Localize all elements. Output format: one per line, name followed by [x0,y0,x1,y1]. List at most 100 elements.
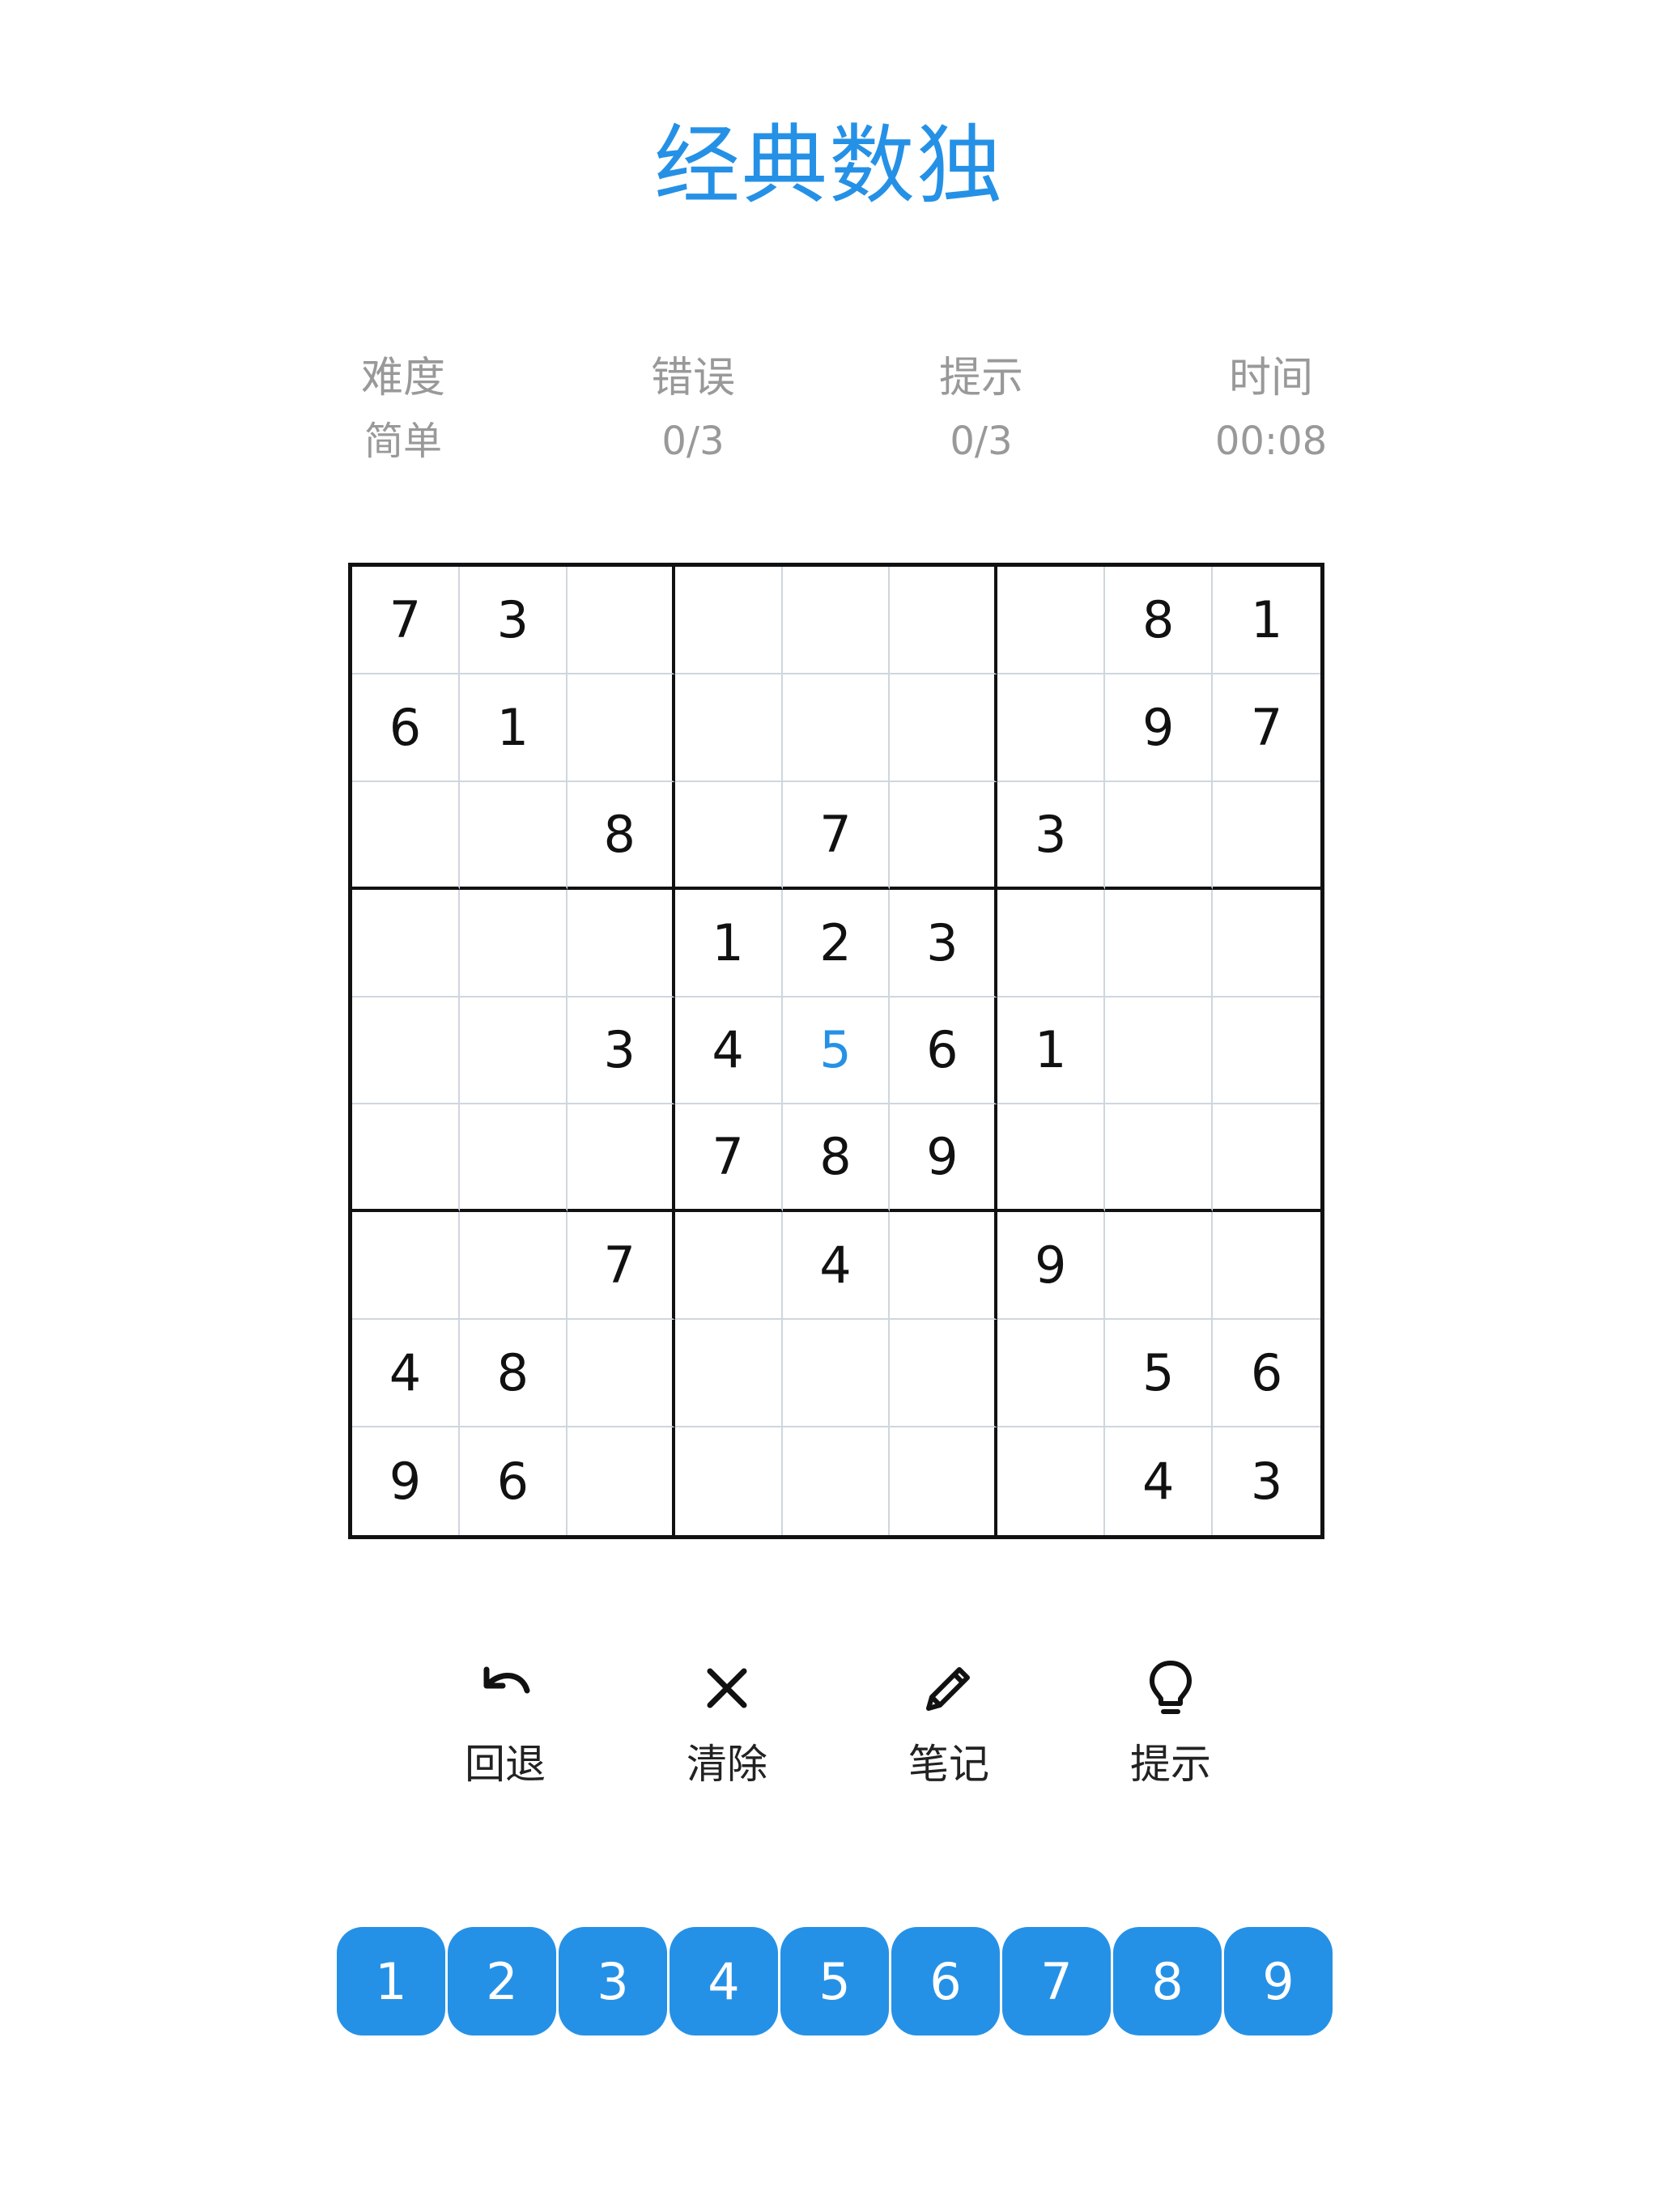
sudoku-cell[interactable] [674,567,783,674]
sudoku-cell[interactable] [997,1427,1106,1535]
sudoku-cell[interactable]: 9 [890,1104,998,1213]
sudoku-cell[interactable] [675,1427,783,1535]
sudoku-cell[interactable] [997,1320,1106,1428]
sudoku-cell[interactable] [352,781,460,890]
stat-hints: 提示 0/3 [892,347,1070,473]
sudoku-cell[interactable] [674,1320,783,1428]
sudoku-cell[interactable]: 7 [352,567,460,674]
sudoku-cell[interactable] [459,1212,568,1321]
sudoku-cell[interactable] [997,889,1106,998]
sudoku-cell[interactable]: 2 [782,889,891,998]
number-button-5[interactable]: 5 [780,1927,889,2035]
sudoku-cell[interactable] [997,1104,1106,1213]
sudoku-cell[interactable] [782,674,891,782]
sudoku-cell[interactable] [674,1212,783,1321]
sudoku-cell[interactable] [674,781,783,890]
sudoku-cell[interactable] [1105,997,1214,1105]
sudoku-cell[interactable]: 7 [567,1212,675,1321]
sudoku-cell[interactable] [352,889,460,998]
sudoku-cell[interactable]: 3 [890,889,998,998]
sudoku-cell[interactable] [890,1320,998,1428]
sudoku-cell[interactable]: 1 [1213,567,1320,674]
page-title: 经典数独 [654,116,1004,215]
sudoku-cell[interactable] [1213,1212,1320,1321]
sudoku-cell[interactable]: 8 [782,1104,891,1213]
sudoku-cell[interactable] [459,781,568,890]
sudoku-cell[interactable] [674,674,783,782]
number-button-4[interactable]: 4 [670,1927,778,2035]
number-button-3[interactable]: 3 [559,1927,667,2035]
sudoku-cell[interactable] [997,674,1106,782]
sudoku-cell[interactable]: 4 [1105,1427,1214,1535]
sudoku-cell[interactable]: 3 [997,781,1106,890]
sudoku-cell[interactable] [459,1104,568,1213]
sudoku-cell[interactable] [568,1427,675,1535]
sudoku-cell[interactable] [567,1104,675,1213]
sudoku-cell[interactable] [1105,1104,1214,1213]
sudoku-cell[interactable] [1213,998,1320,1105]
sudoku-cell[interactable]: 3 [567,997,675,1105]
sudoku-cell[interactable] [1105,781,1214,890]
sudoku-cell[interactable] [1213,782,1320,890]
sudoku-cell[interactable]: 1 [674,889,783,998]
sudoku-cell[interactable]: 4 [782,1212,891,1321]
erase-button[interactable]: 清除 [654,1652,800,1793]
sudoku-cell[interactable] [567,889,675,998]
sudoku-cell[interactable] [997,567,1106,674]
sudoku-cell[interactable]: 3 [1213,1427,1320,1535]
sudoku-cell[interactable]: 3 [459,567,568,674]
sudoku-cell[interactable] [890,781,998,890]
stat-difficulty-value: 简单 [363,419,442,464]
sudoku-cell[interactable] [890,1212,998,1321]
sudoku-cell[interactable] [459,997,568,1105]
sudoku-cell[interactable]: 6 [890,997,998,1105]
sudoku-cell[interactable] [890,1427,998,1535]
sudoku-cell[interactable]: 9 [997,1212,1106,1321]
sudoku-cell[interactable]: 6 [1213,1320,1320,1428]
number-button-8[interactable]: 8 [1113,1927,1222,2035]
sudoku-cell[interactable]: 6 [460,1427,568,1535]
number-button-1[interactable]: 1 [337,1927,445,2035]
sudoku-cell[interactable] [352,997,460,1105]
number-button-2[interactable]: 2 [448,1927,556,2035]
sudoku-cell[interactable] [890,674,998,782]
sudoku-cell[interactable] [567,674,675,782]
sudoku-cell[interactable]: 1 [459,674,568,782]
sudoku-cell[interactable]: 6 [352,674,460,782]
sudoku-cell[interactable] [1213,1104,1320,1213]
number-button-9[interactable]: 9 [1224,1927,1333,2035]
sudoku-cell[interactable] [782,567,891,674]
lightbulb-icon [1150,1661,1192,1714]
hint-button[interactable]: 提示 [1098,1652,1244,1793]
sudoku-cell[interactable] [782,1320,891,1428]
sudoku-cell[interactable]: 4 [674,997,783,1105]
sudoku-cell[interactable]: 7 [782,781,891,890]
sudoku-cell[interactable] [1105,889,1214,998]
sudoku-cell[interactable]: 5 [782,997,891,1105]
sudoku-cell[interactable] [890,567,998,674]
sudoku-cell[interactable]: 8 [459,1320,568,1428]
number-button-7[interactable]: 7 [1002,1927,1111,2035]
sudoku-cell[interactable] [567,567,675,674]
notes-button[interactable]: 笔记 [876,1652,1022,1793]
sudoku-cell[interactable]: 9 [1105,674,1214,782]
sudoku-cell[interactable]: 1 [997,997,1106,1105]
sudoku-cell[interactable]: 9 [352,1427,460,1535]
sudoku-cell[interactable] [783,1427,891,1535]
undo-button[interactable]: 回退 [432,1652,578,1793]
sudoku-cell[interactable]: 8 [1105,567,1214,674]
sudoku-cell[interactable] [1105,1212,1214,1321]
sudoku-cell[interactable] [459,889,568,998]
sudoku-cell[interactable] [1213,890,1320,998]
number-button-6[interactable]: 6 [891,1927,1000,2035]
stat-mistakes-value: 0/3 [661,419,725,464]
sudoku-cell[interactable]: 7 [1213,674,1320,782]
sudoku-cell[interactable]: 7 [674,1104,783,1213]
sudoku-cell[interactable] [567,1320,675,1428]
sudoku-cell[interactable] [352,1212,460,1321]
sudoku-cell[interactable]: 4 [352,1320,460,1428]
stat-difficulty-label: 难度 [360,354,445,402]
sudoku-cell[interactable]: 5 [1105,1320,1214,1428]
sudoku-cell[interactable]: 8 [567,781,675,890]
sudoku-cell[interactable] [352,1104,460,1213]
